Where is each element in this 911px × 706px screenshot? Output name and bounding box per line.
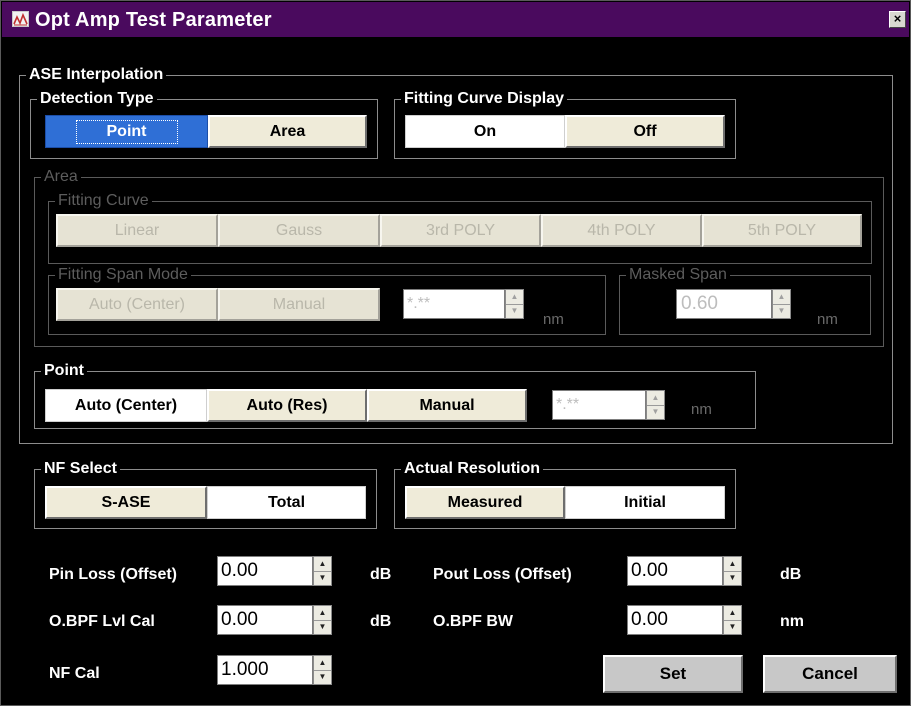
- detection-area-button[interactable]: Area: [208, 115, 367, 148]
- detection-point-label: Point: [75, 119, 178, 144]
- dialog-window: Opt Amp Test Parameter × ASE Interpolati…: [0, 0, 911, 706]
- point-down-arrow-icon[interactable]: ▼: [647, 406, 664, 420]
- obpf-bw-label: O.BPF BW: [433, 613, 513, 630]
- pin-loss-up-arrow-icon[interactable]: ▲: [314, 557, 331, 572]
- masked-span-unit: nm: [817, 311, 838, 328]
- obpf-lvl-unit: dB: [370, 613, 392, 630]
- obpf-lvl-field[interactable]: 0.00: [217, 605, 313, 635]
- pout-loss-field[interactable]: 0.00: [627, 556, 723, 586]
- obpf-bw-unit: nm: [780, 613, 804, 630]
- actual-res-measured-button[interactable]: Measured: [405, 486, 565, 519]
- fitting-curve-legend: Fitting Curve: [58, 192, 149, 209]
- masked-span-stepper[interactable]: ▲ ▼: [772, 289, 791, 319]
- fitting-curve-linear-button[interactable]: Linear: [56, 214, 218, 247]
- span-auto-center-button[interactable]: Auto (Center): [56, 288, 218, 321]
- fitting-curve-gauss-button[interactable]: Gauss: [218, 214, 380, 247]
- span-manual-button[interactable]: Manual: [218, 288, 380, 321]
- pin-loss-unit: dB: [370, 566, 392, 583]
- fitting-curve-5th-poly-button[interactable]: 5th POLY: [702, 214, 862, 247]
- masked-span-down-arrow-icon[interactable]: ▼: [773, 305, 790, 319]
- detection-type-legend: Detection Type: [40, 90, 154, 107]
- masked-span-field[interactable]: 0.60: [676, 289, 772, 319]
- obpf-lvl-label: O.BPF Lvl Cal: [49, 613, 155, 630]
- set-button[interactable]: Set: [603, 655, 743, 693]
- cancel-button[interactable]: Cancel: [763, 655, 897, 693]
- nf-cal-down-arrow-icon[interactable]: ▼: [314, 671, 331, 685]
- fitting-display-on-button[interactable]: On: [405, 115, 565, 148]
- point-up-arrow-icon[interactable]: ▲: [647, 391, 664, 406]
- obpf-bw-down-arrow-icon[interactable]: ▼: [724, 621, 741, 635]
- fitting-curve-3rd-poly-button[interactable]: 3rd POLY: [380, 214, 541, 247]
- obpf-bw-up-arrow-icon[interactable]: ▲: [724, 606, 741, 621]
- nf-cal-field[interactable]: 1.000: [217, 655, 313, 685]
- point-value-stepper[interactable]: ▲ ▼: [646, 390, 665, 420]
- nf-sase-button[interactable]: S-ASE: [45, 486, 207, 519]
- point-auto-res-button[interactable]: Auto (Res): [207, 389, 367, 422]
- title-bar[interactable]: Opt Amp Test Parameter ×: [2, 2, 909, 37]
- masked-span-legend: Masked Span: [629, 266, 727, 283]
- obpf-bw-field[interactable]: 0.00: [627, 605, 723, 635]
- nf-cal-up-arrow-icon[interactable]: ▲: [314, 656, 331, 671]
- point-auto-center-button[interactable]: Auto (Center): [45, 389, 207, 422]
- close-button[interactable]: ×: [889, 11, 906, 28]
- nf-cal-stepper[interactable]: ▲ ▼: [313, 655, 332, 685]
- fitting-span-mode-legend: Fitting Span Mode: [58, 266, 188, 283]
- pout-loss-unit: dB: [780, 566, 802, 583]
- obpf-lvl-up-arrow-icon[interactable]: ▲: [314, 606, 331, 621]
- ase-interpolation-legend: ASE Interpolation: [29, 66, 164, 83]
- pout-loss-stepper[interactable]: ▲ ▼: [723, 556, 742, 586]
- pout-loss-label: Pout Loss (Offset): [433, 566, 572, 583]
- detection-point-button[interactable]: Point: [45, 115, 208, 148]
- obpf-lvl-stepper[interactable]: ▲ ▼: [313, 605, 332, 635]
- pin-loss-stepper[interactable]: ▲ ▼: [313, 556, 332, 586]
- nf-total-button[interactable]: Total: [207, 486, 366, 519]
- area-legend: Area: [44, 168, 78, 185]
- nf-select-legend: NF Select: [44, 460, 117, 477]
- nf-cal-label: NF Cal: [49, 665, 100, 682]
- masked-span-up-arrow-icon[interactable]: ▲: [773, 290, 790, 305]
- fitting-curve-display-legend: Fitting Curve Display: [404, 90, 565, 107]
- point-legend: Point: [44, 362, 84, 379]
- span-down-arrow-icon[interactable]: ▼: [506, 305, 523, 319]
- span-up-arrow-icon[interactable]: ▲: [506, 290, 523, 305]
- obpf-bw-stepper[interactable]: ▲ ▼: [723, 605, 742, 635]
- pin-loss-field[interactable]: 0.00: [217, 556, 313, 586]
- point-value-field[interactable]: *.**: [552, 390, 646, 420]
- pin-loss-label: Pin Loss (Offset): [49, 566, 178, 583]
- window-title: Opt Amp Test Parameter: [35, 9, 272, 31]
- pout-loss-down-arrow-icon[interactable]: ▼: [724, 572, 741, 586]
- app-icon: [12, 11, 29, 27]
- span-unit: nm: [543, 311, 564, 328]
- span-value-field[interactable]: *.**: [403, 289, 505, 319]
- span-value-stepper[interactable]: ▲ ▼: [505, 289, 524, 319]
- point-manual-button[interactable]: Manual: [367, 389, 527, 422]
- pout-loss-up-arrow-icon[interactable]: ▲: [724, 557, 741, 572]
- pin-loss-down-arrow-icon[interactable]: ▼: [314, 572, 331, 586]
- fitting-curve-4th-poly-button[interactable]: 4th POLY: [541, 214, 702, 247]
- point-unit: nm: [691, 401, 712, 418]
- fitting-display-off-button[interactable]: Off: [565, 115, 725, 148]
- actual-res-initial-button[interactable]: Initial: [565, 486, 725, 519]
- actual-resolution-legend: Actual Resolution: [404, 460, 541, 477]
- obpf-lvl-down-arrow-icon[interactable]: ▼: [314, 621, 331, 635]
